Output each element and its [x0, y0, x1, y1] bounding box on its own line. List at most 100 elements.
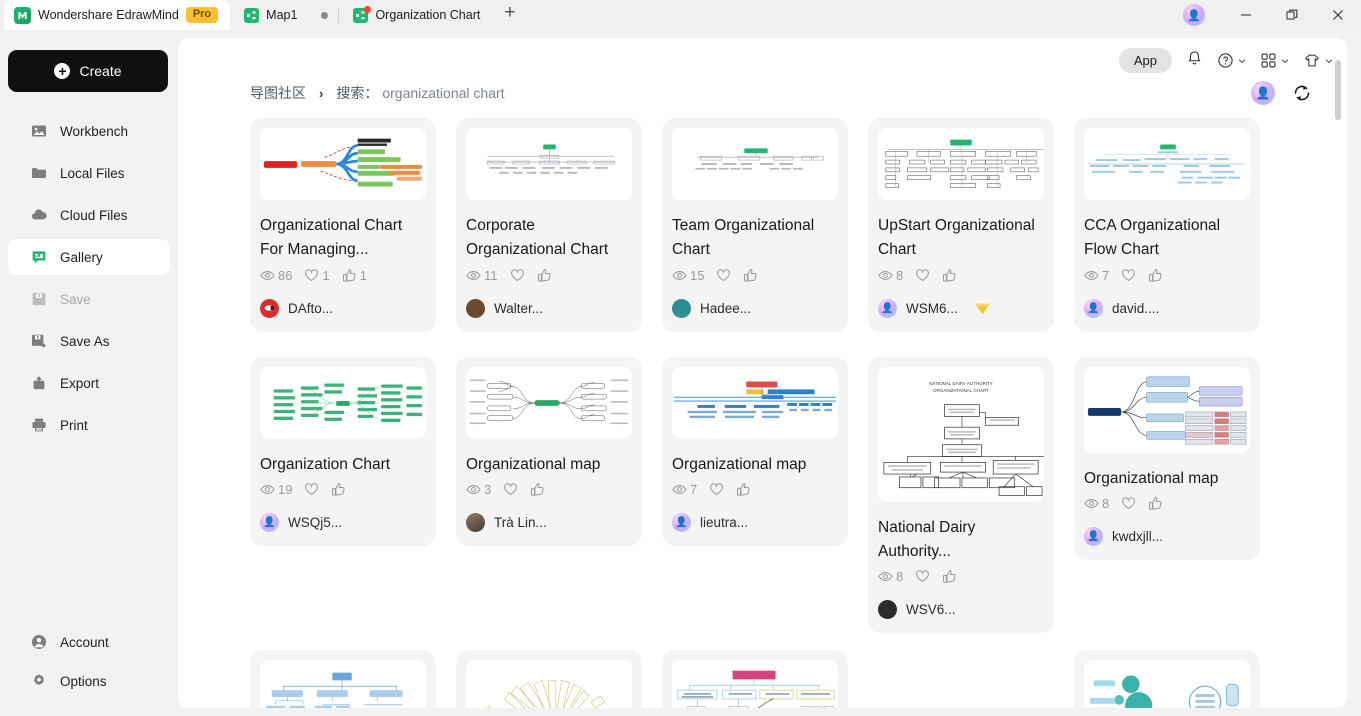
grid-row-gap [250, 633, 1260, 650]
view-count: 7 [1084, 268, 1109, 283]
chevron-down-icon [1325, 58, 1333, 63]
card-author[interactable]: 👤 WSQj5... [260, 512, 426, 532]
template-card[interactable]: Organizational map 8 👤 kwdxjll... [1074, 356, 1260, 560]
card-author[interactable]: DAfto... [260, 298, 426, 318]
bell-icon[interactable] [1186, 50, 1203, 72]
card-stats: 3 [466, 482, 632, 497]
eye-icon [878, 572, 893, 582]
template-card[interactable] [662, 650, 848, 708]
template-card[interactable] [456, 650, 642, 708]
breadcrumb-search-label: 搜索： [336, 85, 379, 101]
vertical-scrollbar[interactable] [1335, 60, 1341, 700]
card-author[interactable]: 👤 david.... [1084, 298, 1250, 318]
like-count [716, 268, 731, 283]
template-card[interactable] [250, 650, 436, 708]
card-author[interactable]: Hadee... [672, 298, 838, 318]
eye-icon [878, 270, 893, 280]
title-bar: Wondershare EdrawMind Pro Map1 Organizat… [0, 0, 1361, 30]
sidebar-item-save-as[interactable]: Save As [8, 323, 170, 359]
app-tab[interactable]: Wondershare EdrawMind Pro [4, 0, 231, 30]
app-switch-button[interactable]: App [1118, 48, 1172, 73]
card-title: Organizational Chart For Managing... [260, 217, 403, 259]
sidebar-item-cloud-files[interactable]: Cloud Files [8, 197, 170, 233]
heart-icon [1122, 497, 1136, 510]
cloud-icon [30, 207, 47, 224]
view-count: 11 [466, 268, 498, 283]
card-author[interactable]: 👤 WSM6... [878, 298, 1044, 318]
breadcrumb-community-link[interactable]: 导图社区 [250, 83, 306, 103]
thumbs-up-icon [1149, 268, 1162, 282]
view-count: 86 [260, 268, 292, 283]
template-card[interactable]: CCA Organizational Flow Chart 7 👤 david.… [1074, 118, 1260, 332]
template-card[interactable]: UpStart Organizational Chart 8 👤 WSM6... [868, 118, 1054, 332]
close-button[interactable] [1315, 0, 1361, 30]
theme-menu[interactable] [1303, 52, 1333, 69]
card-thumbnail [260, 366, 426, 439]
author-name: Walter... [494, 300, 544, 316]
view-count-value: 8 [896, 569, 904, 585]
sidebar-item-local-files[interactable]: Local Files [8, 155, 170, 191]
scrollbar-thumb[interactable] [1335, 60, 1341, 120]
profile-avatar[interactable]: 👤 [1251, 81, 1275, 105]
template-card[interactable] [1074, 650, 1260, 708]
new-tab-button[interactable]: + [494, 3, 525, 22]
card-author[interactable]: 👤 kwdxjll... [1084, 526, 1250, 546]
avatar-person-icon: 👤 [1187, 9, 1201, 22]
sidebar-item-export[interactable]: Export [8, 365, 170, 401]
maximize-button[interactable] [1269, 0, 1315, 30]
card-author[interactable]: Trà Lin... [466, 512, 632, 532]
author-name: WSQj5... [288, 514, 343, 530]
top-toolbar: App [1118, 48, 1333, 73]
tab-map1[interactable]: Map1 [230, 0, 311, 30]
card-title: UpStart Organizational Chart [878, 217, 1035, 259]
user-avatar[interactable]: 👤 [1183, 4, 1205, 26]
thumbs-up-icon [943, 570, 956, 584]
thumbs-count [331, 482, 346, 497]
thumbs-count [537, 268, 552, 283]
template-grid-scroll[interactable]: Organizational Chart For Managing... 86 … [178, 112, 1347, 708]
card-thumbnail [1084, 660, 1250, 708]
minimize-button[interactable] [1223, 0, 1269, 30]
sidebar-item-workbench[interactable]: Workbench [8, 113, 170, 149]
edrawmind-logo-icon [14, 6, 31, 24]
card-author[interactable]: WSV6... [878, 600, 1044, 620]
apps-menu[interactable] [1260, 52, 1289, 69]
view-count-value: 19 [278, 481, 293, 497]
sidebar-item-label: Options [60, 673, 107, 689]
sidebar-item-gallery[interactable]: Gallery [8, 239, 170, 275]
avatar: 👤 [878, 298, 897, 318]
export-icon [30, 375, 47, 392]
template-card[interactable]: Organizational map 7 👤 lieutra... [662, 356, 848, 546]
template-card[interactable]: Corporate Organizational Chart 11 Walter… [456, 118, 642, 332]
avatar [672, 298, 691, 318]
eye-icon [1084, 499, 1099, 508]
refresh-icon[interactable] [1291, 82, 1313, 104]
template-card[interactable]: Organizational map 3 Trà Lin... [456, 356, 642, 546]
thumbs-count [530, 482, 545, 497]
sidebar-item-account[interactable]: Account [8, 624, 170, 660]
pro-badge: Pro [185, 6, 219, 24]
heart-icon [504, 483, 518, 496]
sidebar-item-print[interactable]: Print [8, 407, 170, 443]
card-author[interactable]: 👤 lieutra... [672, 512, 838, 532]
teal-circles-thumb [1089, 675, 1239, 708]
sidebar-item-options[interactable]: Options [8, 663, 170, 699]
template-card[interactable]: Organizational Chart For Managing... 86 … [250, 118, 436, 332]
author-name: DAfto... [288, 300, 334, 316]
template-card[interactable]: Team Organizational Chart 15 Hadee... [662, 118, 848, 332]
tab-organization-chart[interactable]: Organization Chart [339, 0, 494, 30]
thumbs-count [1148, 496, 1163, 511]
create-label: Create [79, 63, 122, 79]
template-card[interactable]: Organization Chart 19 👤 WSQj5... [250, 356, 436, 546]
help-menu[interactable] [1217, 52, 1246, 69]
card-title: National Dairy Authority... [878, 518, 976, 560]
template-card[interactable]: NATIONAL DAIRY AUTHORITY ORGANIZATIONAL … [868, 356, 1054, 634]
create-button[interactable]: + Create [8, 50, 168, 92]
card-author[interactable]: Walter... [466, 298, 632, 318]
view-count-value: 3 [484, 481, 492, 497]
eye-icon [466, 270, 481, 280]
sidebar-item-label: Local Files [60, 165, 125, 181]
eye-icon [672, 270, 687, 280]
document-tabs: Map1 Organization Chart + [230, 0, 525, 30]
avatar [466, 512, 485, 532]
